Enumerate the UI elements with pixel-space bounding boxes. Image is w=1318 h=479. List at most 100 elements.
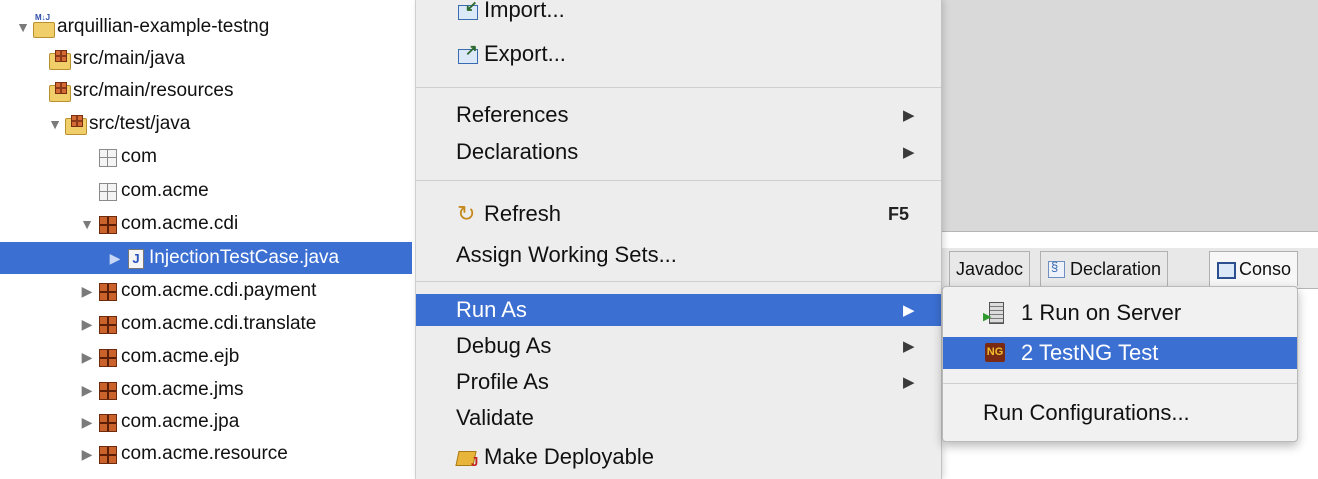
empty-package-icon [96, 146, 118, 168]
tree-item-label: com.acme.cdi [121, 213, 239, 234]
expand-twisty-icon[interactable]: ▶ [78, 283, 96, 300]
declaration-icon [1047, 259, 1065, 278]
menu-item-profile-as[interactable]: Profile As ▶ [416, 366, 941, 398]
menu-item-label: Profile As [456, 369, 549, 394]
expand-twisty-icon[interactable]: ▶ [78, 382, 96, 399]
source-folder-icon [48, 48, 71, 70]
tree-item-src-main-resources[interactable]: src/main/resources [48, 75, 234, 107]
expand-twisty-icon[interactable]: ▶ [78, 414, 96, 431]
tree-item-src-main-java[interactable]: src/main/java [48, 43, 185, 75]
tree-item-label: com.acme.cdi.translate [121, 313, 317, 334]
tree-item-injection-test-case[interactable]: ▶ InjectionTestCase.java [0, 242, 412, 274]
menu-item-assign-working-sets[interactable]: Assign Working Sets... [416, 239, 941, 271]
menu-separator [416, 87, 941, 88]
menu-item-declarations[interactable]: Declarations ▶ [416, 136, 941, 168]
source-folder-icon [64, 113, 87, 135]
menu-item-export[interactable]: Export... [416, 38, 941, 70]
submenu-arrow-icon: ▶ [903, 144, 915, 161]
tree-item-package-cdi-payment[interactable]: ▶ com.acme.cdi.payment [78, 275, 316, 307]
tree-item-package-resource[interactable]: ▶ com.acme.resource [78, 438, 288, 470]
testng-icon [983, 341, 1007, 365]
expand-twisty-icon[interactable]: ▼ [78, 216, 96, 232]
views-tab-bar: Javadoc Declaration Conso [941, 248, 1318, 289]
package-icon [96, 411, 118, 433]
menu-separator [416, 281, 941, 282]
tree-item-label: com.acme [121, 180, 209, 201]
submenu-arrow-icon: ▶ [903, 302, 915, 319]
menu-item-validate[interactable]: Validate [416, 402, 941, 434]
tree-item-package-cdi-translate[interactable]: ▶ com.acme.cdi.translate [78, 308, 316, 340]
tree-item-project[interactable]: ▼ arquillian-example-testng [14, 11, 269, 43]
tree-item-package-jpa[interactable]: ▶ com.acme.jpa [78, 406, 239, 438]
submenu-arrow-icon: ▶ [903, 338, 915, 355]
tree-item-package-com-acme[interactable]: com.acme [96, 175, 209, 207]
menu-item-refresh[interactable]: Refresh F5 [416, 198, 941, 230]
submenu-item-label: 1 Run on Server [1021, 300, 1182, 325]
console-icon [1216, 260, 1236, 279]
tab-label: Javadoc [956, 258, 1024, 279]
tree-item-label: com.acme.cdi.payment [121, 280, 317, 301]
package-icon [96, 280, 118, 302]
tab-label: Conso [1239, 258, 1292, 279]
menu-item-label: Import... [484, 0, 565, 22]
project-icon [32, 13, 55, 38]
tree-item-label: arquillian-example-testng [57, 16, 270, 37]
tab-declaration[interactable]: Declaration [1040, 251, 1169, 286]
tree-item-package-jms[interactable]: ▶ com.acme.jms [78, 374, 243, 406]
menu-item-label: References [456, 102, 569, 127]
tab-javadoc[interactable]: Javadoc [949, 251, 1031, 286]
menu-item-label: Assign Working Sets... [456, 242, 677, 267]
expand-twisty-icon[interactable]: ▼ [14, 19, 32, 35]
submenu-arrow-icon: ▶ [903, 374, 915, 391]
expand-twisty-icon[interactable]: ▶ [106, 250, 124, 267]
expand-twisty-icon[interactable]: ▶ [78, 349, 96, 366]
tree-item-src-test-java[interactable]: ▼ src/test/java [46, 108, 190, 140]
tree-item-label: com.acme.jms [121, 379, 244, 400]
menu-item-references[interactable]: References ▶ [416, 99, 941, 131]
deploy-icon [456, 446, 480, 469]
empty-package-icon [96, 180, 118, 202]
shortcut-label: F5 [888, 203, 910, 224]
submenu-item-run-configurations[interactable]: Run Configurations... [943, 397, 1297, 429]
tree-item-label: com.acme.ejb [121, 346, 240, 367]
package-icon [96, 313, 118, 335]
package-icon [96, 213, 118, 235]
menu-item-label: Validate [456, 405, 534, 430]
project-explorer-tree: ▼ arquillian-example-testng src/main/jav… [0, 0, 415, 479]
submenu-item-label: 2 TestNG Test [1021, 340, 1159, 365]
menu-item-debug-as[interactable]: Debug As ▶ [416, 330, 941, 362]
context-menu: Import... Export... References ▶ Declara… [415, 0, 942, 479]
menu-item-label: Make Deployable [484, 444, 654, 469]
tab-console[interactable]: Conso [1209, 251, 1299, 286]
tree-item-package-com[interactable]: com [96, 141, 157, 173]
tree-item-label: com.acme.jpa [121, 411, 240, 432]
menu-item-label: Refresh [484, 201, 562, 226]
tree-item-label: com.acme.resource [121, 443, 288, 464]
submenu-item-testng-test[interactable]: 2 TestNG Test [943, 337, 1297, 369]
editor-area [941, 0, 1318, 232]
menu-separator [943, 383, 1297, 384]
submenu-item-run-on-server[interactable]: 1 Run on Server [943, 297, 1297, 329]
menu-item-import[interactable]: Import... [416, 0, 941, 26]
java-file-icon [124, 247, 146, 269]
tree-item-label: src/main/resources [73, 80, 234, 101]
tree-item-label: src/test/java [89, 113, 191, 134]
run-as-submenu: 1 Run on Server 2 TestNG Test Run Config… [942, 286, 1298, 442]
menu-item-run-as[interactable]: Run As ▶ [416, 294, 941, 326]
import-icon [456, 0, 480, 21]
tree-item-package-com-acme-cdi[interactable]: ▼ com.acme.cdi [78, 208, 238, 240]
expand-twisty-icon[interactable]: ▶ [78, 316, 96, 333]
expand-twisty-icon[interactable]: ▼ [46, 116, 64, 132]
source-folder-icon [48, 80, 71, 102]
menu-item-make-deployable[interactable]: Make Deployable [416, 441, 941, 473]
menu-item-label: Export... [484, 41, 566, 66]
expand-twisty-icon[interactable]: ▶ [78, 446, 96, 463]
package-icon [96, 379, 118, 401]
tree-item-package-ejb[interactable]: ▶ com.acme.ejb [78, 341, 239, 373]
refresh-icon [456, 201, 480, 227]
menu-separator [416, 180, 941, 181]
tab-label: Declaration [1070, 258, 1162, 279]
menu-item-label: Declarations [456, 139, 579, 164]
submenu-arrow-icon: ▶ [903, 107, 915, 124]
tree-item-label: InjectionTestCase.java [149, 247, 340, 268]
